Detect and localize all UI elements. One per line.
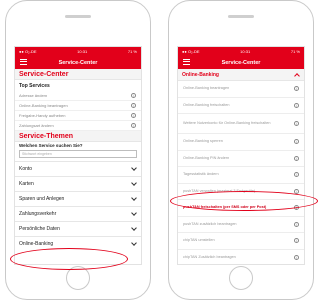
battery-label: 71 % <box>127 49 137 54</box>
time-label: 10:31 <box>77 49 88 54</box>
category-label: Konto <box>19 166 33 172</box>
list-item[interactable]: pushTAN zusätzlich beantragen i <box>178 217 304 233</box>
list-item[interactable]: pushTAN verwalten (maximal 3 Endgeräte) … <box>178 184 304 200</box>
speaker-slot <box>228 15 254 18</box>
list-item[interactable]: Online-Banking freischalten i <box>178 98 304 114</box>
info-icon[interactable]: i <box>294 102 299 108</box>
list-item-label: Weitere Nutzerkonto für Online-Banking f… <box>183 121 271 126</box>
carrier-label: ●● O₂-DE <box>19 49 37 54</box>
hamburger-menu-icon[interactable] <box>20 59 27 65</box>
list-item-label: pushTAN zusätzlich beantragen <box>183 221 237 226</box>
list-item-label: Online-Banking beantragen <box>183 86 230 91</box>
chevron-down-icon <box>131 240 137 246</box>
category-zahlungsverkehr[interactable]: Zahlungsverkehr <box>15 206 141 221</box>
category-online-banking[interactable]: Online-Banking <box>15 236 141 251</box>
phone-frame-right: ●● O₂-DE 10:31 71 % Service-Center Onlin… <box>168 0 314 300</box>
category-sparen[interactable]: Sparen und Anlegen <box>15 191 141 206</box>
battery-label: 71 % <box>290 49 300 54</box>
list-item[interactable]: Tagesstatistik ändern i <box>178 167 304 184</box>
top-service-item[interactable]: Online-Banking beantragen i <box>15 101 141 111</box>
list-item-label: pushTAN freischalten (per SMS oder per P… <box>183 205 267 210</box>
list-item[interactable]: Online-Banking PIN ändern i <box>178 151 304 167</box>
info-icon[interactable]: i <box>294 86 299 92</box>
category-persoenliche-daten[interactable]: Persönliche Daten <box>15 221 141 236</box>
list-item-label: pushTAN verwalten (maximal 3 Endgeräte) <box>183 188 256 193</box>
search-input[interactable]: Stichwort eingeben <box>19 150 137 158</box>
home-button[interactable] <box>66 266 90 290</box>
info-icon[interactable]: i <box>294 155 299 161</box>
online-banking-header[interactable]: Online-Banking <box>178 69 304 81</box>
top-service-label: Zahlungsart ändern <box>19 123 54 128</box>
app-header: Service-Center <box>15 56 141 69</box>
chevron-down-icon <box>131 165 137 171</box>
app-title: Service-Center <box>58 59 98 66</box>
chevron-down-icon <box>131 225 137 231</box>
info-icon[interactable]: i <box>294 221 299 227</box>
info-icon[interactable]: i <box>131 93 136 98</box>
info-icon[interactable]: i <box>131 113 136 118</box>
section-service-themen: Service-Themen <box>15 131 141 142</box>
top-service-label: Adresse ändern <box>19 93 48 98</box>
top-service-label: Online-Banking beantragen <box>19 103 68 108</box>
top-services-label: Top Services <box>19 83 50 89</box>
carrier-label: ●● O₂-DE <box>182 49 200 54</box>
info-icon[interactable]: i <box>294 205 299 211</box>
chevron-down-icon <box>131 180 137 186</box>
top-service-label: Freigabe-Handy aufheben <box>19 113 66 118</box>
chevron-up-icon <box>294 72 300 79</box>
top-service-item[interactable]: Adresse ändern i <box>15 91 141 101</box>
phone-screen-right: ●● O₂-DE 10:31 71 % Service-Center Onlin… <box>177 46 305 265</box>
search-question: Welchen Service suchen Sie? <box>19 143 83 148</box>
list-item-label: Online-Banking freischalten <box>183 102 230 107</box>
info-icon[interactable]: i <box>294 254 299 260</box>
speaker-slot <box>65 15 91 18</box>
time-label: 10:31 <box>240 49 251 54</box>
top-service-item[interactable]: Freigabe-Handy aufheben i <box>15 111 141 121</box>
home-button[interactable] <box>229 266 253 290</box>
list-item-label: chipTAN Zusätzlich beantragen <box>183 254 236 259</box>
category-label: Karten <box>19 181 34 187</box>
list-item[interactable]: Weitere Nutzerkonto für Online-Banking f… <box>178 114 304 134</box>
info-icon[interactable]: i <box>131 123 136 128</box>
top-service-item[interactable]: Zahlungsart ändern i <box>15 121 141 131</box>
list-item[interactable]: Online-Banking sperren i <box>178 134 304 151</box>
list-item-label: Online-Banking PIN ändern <box>183 155 230 160</box>
list-item[interactable]: chipTAN Zusätzlich beantragen i <box>178 250 304 265</box>
status-bar: ●● O₂-DE 10:31 71 % <box>178 47 304 56</box>
online-banking-title: Online-Banking <box>182 71 219 78</box>
phone-screen-left: ●● O₂-DE 10:31 71 % Service-Center Servi… <box>14 46 142 265</box>
phone-frame-left: ●● O₂-DE 10:31 71 % Service-Center Servi… <box>5 0 151 300</box>
info-icon[interactable]: i <box>294 188 299 194</box>
list-item-label: Online-Banking sperren <box>183 139 223 144</box>
info-icon[interactable]: i <box>294 121 299 126</box>
list-item-label: Tagesstatistik ändern <box>183 172 219 177</box>
chevron-down-icon <box>131 210 137 216</box>
hamburger-menu-icon[interactable] <box>183 59 190 65</box>
category-label: Online-Banking <box>19 241 54 247</box>
list-item[interactable]: chipTAN umstellen i <box>178 233 304 250</box>
info-icon[interactable]: i <box>294 139 299 145</box>
category-label: Zahlungsverkehr <box>19 211 57 217</box>
category-konto[interactable]: Konto <box>15 161 141 176</box>
list-item[interactable]: Online-Banking beantragen i <box>178 81 304 98</box>
info-icon[interactable]: i <box>294 238 299 244</box>
app-title: Service-Center <box>221 59 261 66</box>
list-item-label: chipTAN umstellen <box>183 238 215 243</box>
section-service-center: Service-Center <box>15 69 141 80</box>
status-bar: ●● O₂-DE 10:31 71 % <box>15 47 141 56</box>
category-karten[interactable]: Karten <box>15 176 141 191</box>
info-icon[interactable]: i <box>294 172 299 178</box>
category-label: Sparen und Anlegen <box>19 196 65 202</box>
info-icon[interactable]: i <box>131 103 136 108</box>
chevron-down-icon <box>131 195 137 201</box>
list-item-pushtan-freischalten[interactable]: pushTAN freischalten (per SMS oder per P… <box>178 200 304 217</box>
app-header: Service-Center <box>178 56 304 69</box>
category-label: Persönliche Daten <box>19 226 60 232</box>
